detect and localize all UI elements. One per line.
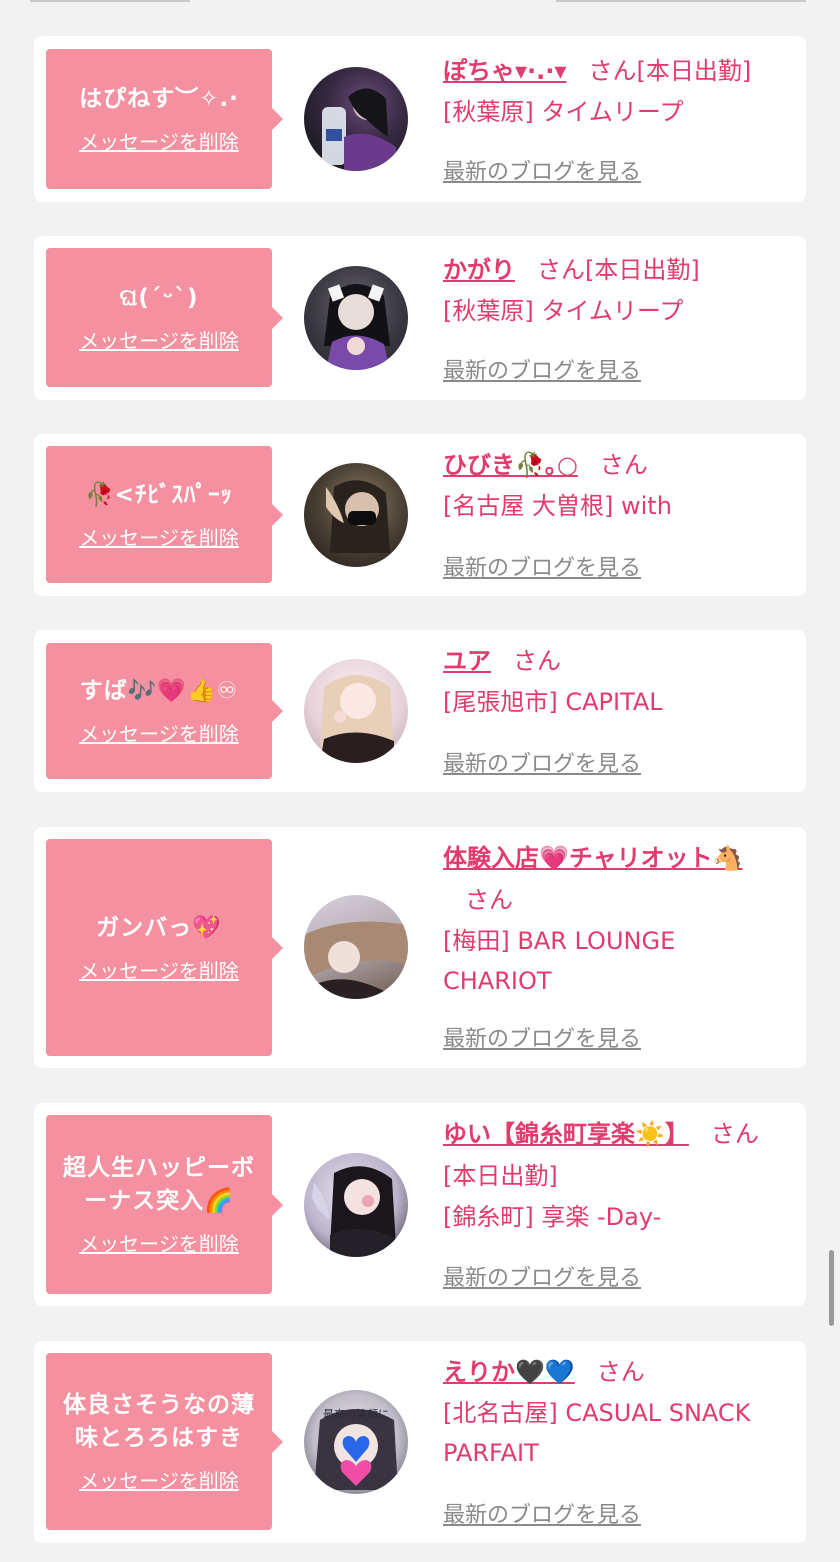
shop-name: [秋葉原] タイムリープ [443, 297, 684, 325]
favorite-cast-card: ଘ(ˊᵕˋ) メッセージを削除 かがり さん[本日出勤] [秋葉原] タイムリープ… [34, 236, 806, 400]
name-line: えりか🖤💙 さん [443, 1351, 803, 1393]
message-text: ガンバっ💖 [96, 914, 222, 941]
avatar[interactable] [304, 1153, 408, 1257]
cast-info: えりか🖤💙 さん [北名古屋] CASUAL SNACK PARFAIT [443, 1351, 803, 1473]
cast-name-link[interactable]: ぽちゃ▾·.·▾ [443, 57, 566, 85]
latest-blog-link[interactable]: 最新のブログを見る [443, 1021, 641, 1053]
latest-blog-link[interactable]: 最新のブログを見る [443, 550, 641, 582]
delete-message-link[interactable]: メッセージを削除 [79, 325, 239, 354]
favorite-cast-card: 超人生ハッピーボーナス突入🌈 メッセージを削除 ゆい【錦糸町享楽☀️】 さん[本日… [34, 1103, 806, 1306]
message-text: すば🎶💗👍♾ [79, 678, 239, 704]
name-line: ひびき🥀｡○ さん [443, 444, 803, 486]
message-bubble: ଘ(ˊᵕˋ) メッセージを削除 [46, 248, 283, 387]
latest-blog-link[interactable]: 最新のブログを見る [443, 1260, 641, 1292]
message-bubble: 🥀<ﾁﾋﾞｽﾊﾟｰｯ メッセージを削除 [46, 446, 283, 583]
shop-name: [北名古屋] CASUAL SNACK PARFAIT [443, 1399, 751, 1467]
cast-info: ぽちゃ▾·.·▾ さん[本日出勤] [秋葉原] タイムリープ [443, 50, 803, 132]
name-line: ゆい【錦糸町享楽☀️】 さん[本日出勤] [443, 1113, 778, 1197]
delete-message-link[interactable]: メッセージを削除 [79, 1228, 239, 1257]
delete-message-link[interactable]: メッセージを削除 [79, 1465, 239, 1494]
honorific-status: さん[本日出勤] [588, 57, 752, 85]
honorific-status: さん[本日出勤] [537, 256, 700, 284]
message-bubble: 体良さそうなの薄味とろろはすき メッセージを削除 [46, 1353, 283, 1530]
top-edge [0, 0, 840, 6]
avatar[interactable] [304, 659, 408, 763]
cast-name-link[interactable]: えりか🖤💙 [443, 1358, 575, 1386]
favorite-cast-card: ガンバっ💖 メッセージを削除 体験入店💗チャリオット🐴 さん [梅田] BAR L… [34, 827, 806, 1068]
delete-message-link[interactable]: メッセージを削除 [79, 522, 239, 551]
honorific-status: さん [465, 886, 513, 914]
delete-message-link[interactable]: メッセージを削除 [79, 718, 239, 747]
latest-blog-link[interactable]: 最新のブログを見る [443, 1497, 641, 1529]
delete-message-link[interactable]: メッセージを削除 [79, 126, 239, 155]
cast-info: ユア さん [尾張旭市] CAPITAL [443, 640, 803, 722]
cast-name-link[interactable]: 体験入店💗チャリオット🐴 [443, 844, 743, 872]
shop-name: [秋葉原] タイムリープ [443, 98, 684, 126]
latest-blog-link[interactable]: 最新のブログを見る [443, 746, 641, 778]
cast-info: 体験入店💗チャリオット🐴 さん [梅田] BAR LOUNGE CHARIOT [443, 837, 803, 1001]
avatar-caption: 最高の笑顔に [323, 1407, 389, 1421]
cast-name-link[interactable]: ゆい【錦糸町享楽☀️】 [443, 1120, 689, 1148]
name-line: ユア さん [443, 640, 803, 682]
message-bubble: すば🎶💗👍♾ メッセージを削除 [46, 643, 283, 779]
latest-blog-link[interactable]: 最新のブログを見る [443, 353, 641, 385]
cast-info: ひびき🥀｡○ さん [名古屋 大曽根] with [443, 444, 803, 526]
avatar[interactable] [304, 463, 408, 567]
favorite-cast-card: 🥀<ﾁﾋﾞｽﾊﾟｰｯ メッセージを削除 ひびき🥀｡○ さん [名古屋 大曽根] w… [34, 434, 806, 596]
name-line: 体験入店💗チャリオット🐴 さん [443, 837, 773, 921]
message-text: 🥀<ﾁﾋﾞｽﾊﾟｰｯ [85, 481, 233, 508]
top-divider-right [556, 0, 806, 2]
cast-name-link[interactable]: ユア [443, 647, 491, 675]
avatar[interactable] [304, 67, 408, 171]
cast-info: かがり さん[本日出勤] [秋葉原] タイムリープ [443, 249, 803, 331]
name-line: かがり さん[本日出勤] [443, 249, 803, 291]
favorite-cast-card: はぴねす︶✧.· メッセージを削除 ぽちゃ▾·.·▾ さん[本日出勤] [秋葉原]… [34, 36, 806, 202]
avatar[interactable] [304, 895, 408, 999]
favorite-cast-card: すば🎶💗👍♾ メッセージを削除 ユア さん [尾張旭市] CAPITAL 最新のブ… [34, 630, 806, 792]
favorite-cast-card: 体良さそうなの薄味とろろはすき メッセージを削除 最高の笑顔に えりか🖤💙 さん … [34, 1341, 806, 1543]
message-text: はぴねす︶✧.· [79, 86, 239, 112]
cast-name-link[interactable]: ひびき🥀｡○ [443, 451, 578, 479]
latest-blog-link[interactable]: 最新のブログを見る [443, 154, 641, 186]
cast-name-link[interactable]: かがり [443, 256, 515, 284]
message-bubble: 超人生ハッピーボーナス突入🌈 メッセージを削除 [46, 1115, 283, 1294]
name-line: ぽちゃ▾·.·▾ さん[本日出勤] [443, 50, 803, 92]
message-text: ଘ(ˊᵕˋ) [119, 284, 199, 311]
top-divider-left [30, 0, 190, 2]
shop-name: [錦糸町] 享楽 -Day- [443, 1203, 662, 1231]
vertical-scrollbar[interactable] [829, 1250, 834, 1326]
message-bubble: ガンバっ💖 メッセージを削除 [46, 839, 283, 1056]
message-text: 体良さそうなの薄味とろろはすき [63, 1392, 255, 1451]
shop-name: [名古屋 大曽根] with [443, 492, 672, 520]
shop-name: [尾張旭市] CAPITAL [443, 688, 663, 716]
avatar[interactable]: 最高の笑顔に [304, 1390, 408, 1494]
message-bubble: はぴねす︶✧.· メッセージを削除 [46, 49, 283, 189]
avatar[interactable] [304, 266, 408, 370]
honorific-status: さん [596, 1358, 645, 1386]
message-text: 超人生ハッピーボーナス突入🌈 [63, 1155, 255, 1214]
honorific-status: さん [513, 647, 561, 675]
honorific-status: さん [599, 451, 648, 479]
delete-message-link[interactable]: メッセージを削除 [79, 955, 239, 984]
cast-info: ゆい【錦糸町享楽☀️】 さん[本日出勤] [錦糸町] 享楽 -Day- [443, 1113, 803, 1237]
shop-name: [梅田] BAR LOUNGE CHARIOT [443, 927, 676, 995]
